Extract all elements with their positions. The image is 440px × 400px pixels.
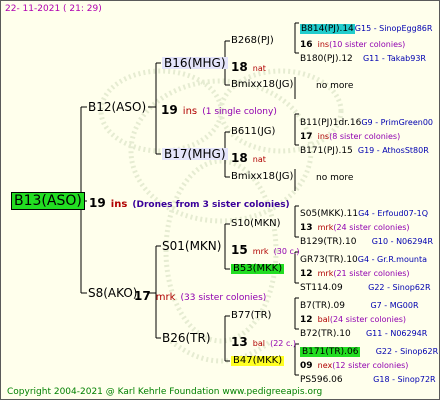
g4-mother-1[interactable]: B814(PJ).14G15 - SinopEgg86R [300,18,432,34]
g1-note-1: (1 single colony) [202,107,277,117]
copyright-footer[interactable]: Copyright 2004-2021 @ Karl Kehrle Founda… [7,388,322,397]
g1-note-2: (33 sister colonies) [180,293,267,303]
g4-mother-id-1: B814(PJ).14 [300,24,355,34]
g4-father-2[interactable]: B171(PJ).15 G19 - AthosSt80R [300,140,429,156]
g4-father-4[interactable]: ST114.09 G22 - Sinop62R [300,277,431,293]
g2-queen-1[interactable]: B16(MHG) [162,57,228,69]
g1-num-2: 17 [134,289,151,303]
g4-father-breeder-5: G11 - N06294R [365,329,428,338]
no-more-1: no more [316,81,354,91]
g1-ins-1: ins [182,106,198,117]
root-note: (Drones from 3 sister colonies) [132,200,290,210]
g4-mother-breeder-1: G15 - SinopEgg86R [354,24,433,33]
g4-father-5[interactable]: B72(TR).10 G11 - N06294R [300,323,427,339]
g1-drones-2: 17 mrk (33 sister colonies) [134,287,266,303]
g1-num-1: 19 [161,103,178,117]
g1-drones-1: 19 ins (1 single colony) [161,101,277,117]
g2-ins-1: nat [252,64,266,73]
g4-father-id-6: PS596.06 [300,375,343,385]
g2-note-3: (30 c.) [273,247,300,256]
g3-queen-2[interactable]: Bmixx18(JG) [231,80,293,90]
g2-ins-3: mrk [252,247,269,256]
g2-num-1: 18 [231,60,248,74]
g1-queen-2[interactable]: S8(AKO) [88,287,137,299]
g2-num-3: 15 [231,243,248,257]
g2-drones-3: 15 mrk (30 c.) [231,241,300,257]
g4-father-3[interactable]: B129(TR).10 G10 - N06294R [300,231,433,247]
no-more-2: no more [316,173,354,183]
g2-note-4: (22 c.) [270,339,296,348]
root-num: 19 [89,196,106,210]
g3-queen-1[interactable]: B268(PJ) [231,36,274,46]
g3-queen-3[interactable]: B611(JG) [231,127,275,137]
g2-queen-2[interactable]: B17(MHG) [162,148,228,160]
root-drones: 19 ins (Drones from 3 sister colonies) [89,194,290,210]
root-queen[interactable]: B13(ASO) [11,192,85,210]
g2-queen-4[interactable]: B26(TR) [162,332,211,344]
g2-num-2: 18 [231,151,248,165]
pedigree-frame: 22- 11-2021 ( 21: 29) B13(ASO) 19 ins (D… [0,0,440,400]
g1-ins-2: mrk [155,292,176,303]
g3-queen-4[interactable]: Bmixx18(JG) [231,172,293,182]
g2-drones-1: 18 nat [231,58,266,74]
g4-father-breeder-3: G10 - N06294R [371,237,434,246]
date-label: 22- 11-2021 ( 21: 29) [5,4,102,14]
g4-father-breeder-1: G11 - Takab93R [362,54,426,63]
g3-queen-7[interactable]: B77(TR) [231,311,271,321]
g2-drones-4: 13 bal (22 c.) [231,333,296,349]
g4-father-id-5: B72(TR).10 [300,329,351,339]
g4-father-breeder-2: G19 - AthosSt80R [357,146,429,155]
g4-father-6[interactable]: PS596.06 G18 - Sinop72R [300,369,436,385]
g3-queen-8[interactable]: B47(MKK) [231,356,285,366]
g4-father-breeder-6: G18 - Sinop72R [373,375,436,384]
g2-queen-3[interactable]: S01(MKN) [162,240,221,252]
g4-father-id-3: B129(TR).10 [300,237,357,247]
g2-ins-2: nat [252,155,266,164]
g4-father-breeder-4: G22 - Sinop62R [368,283,431,292]
g2-drones-2: 18 nat [231,149,266,165]
g2-num-4: 13 [231,335,248,349]
g4-father-id-2: B171(PJ).15 [300,146,353,156]
g3-queen-6[interactable]: B53(MKK) [231,264,285,274]
g1-queen-1[interactable]: B12(ASO) [88,101,146,113]
g2-ins-4: bal [252,339,265,348]
g4-father-id-4: ST114.09 [300,283,343,293]
g4-father-id-1: B180(PJ).12 [300,54,353,64]
g3-queen-5[interactable]: S10(MKN) [231,219,281,229]
root-ins: ins [110,199,128,210]
g4-father-1[interactable]: B180(PJ).12 G11 - Takab93R [300,48,426,64]
